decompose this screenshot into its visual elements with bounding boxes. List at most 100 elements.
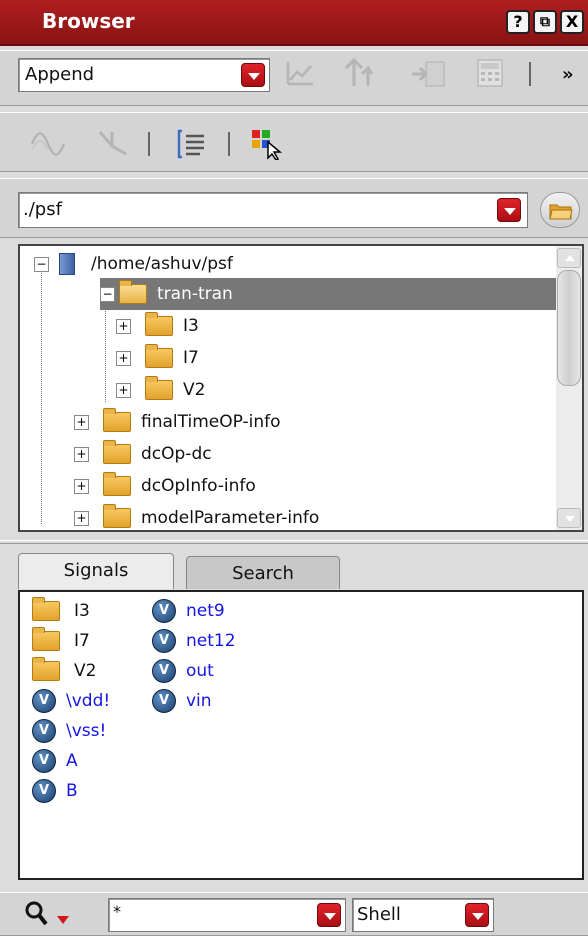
tab-search[interactable]: Search <box>186 556 340 589</box>
window-title: Browser <box>42 9 135 33</box>
scroll-thumb[interactable] <box>557 270 581 386</box>
signal-label: \vdd! <box>66 691 111 711</box>
results-tree[interactable]: − /home/ashuv/psf − tran-tran + I3 + I7 … <box>18 244 584 532</box>
tree-root[interactable]: − /home/ashuv/psf <box>34 248 574 280</box>
list-item[interactable]: V2 <box>32 656 110 686</box>
filter-input[interactable]: * <box>108 898 346 932</box>
list-item[interactable]: V \vss! <box>32 716 110 746</box>
signal-label: \vss! <box>66 721 107 741</box>
list-item[interactable]: Vout <box>152 656 236 686</box>
axis-icon[interactable] <box>96 128 130 163</box>
list-item[interactable]: I7 <box>32 626 110 656</box>
tree-item-i7[interactable]: + I7 <box>116 342 199 374</box>
toolbar-2 <box>0 112 588 172</box>
tree-item-modelparameter-info[interactable]: + modelParameter-info <box>74 502 319 530</box>
tree-root-label: /home/ashuv/psf <box>91 254 233 274</box>
separator <box>529 62 531 86</box>
help-button[interactable]: ? <box>506 10 530 34</box>
signal-label: B <box>66 781 78 801</box>
signal-label: vin <box>186 691 212 711</box>
mode-combo[interactable]: Append <box>18 58 270 92</box>
signals-list[interactable]: I3 I7 V2 V \vdd! V \vss! VA VB Vnet9 Vnet1… <box>18 590 584 880</box>
voltage-signal-icon: V <box>152 659 176 683</box>
panel-splitter[interactable] <box>0 540 588 544</box>
more-button[interactable]: » <box>562 64 574 85</box>
import-icon[interactable] <box>410 60 446 93</box>
mode-dropdown-button[interactable] <box>241 63 265 87</box>
folder-icon <box>103 440 131 464</box>
folder-open-icon <box>119 280 147 304</box>
signal-label: I7 <box>74 631 90 651</box>
mode-value: Append <box>25 64 95 85</box>
list-item[interactable]: VB <box>32 776 110 806</box>
tree-connector <box>41 268 42 524</box>
folder-icon <box>32 627 60 651</box>
scroll-up-button[interactable] <box>557 248 581 268</box>
close-button[interactable]: X <box>560 10 584 34</box>
collapse-icon[interactable]: − <box>34 256 49 272</box>
tab-signals[interactable]: Signals <box>18 553 174 589</box>
signals-column-2: Vnet9 Vnet12 Vout Vvin <box>152 596 236 716</box>
expand-icon[interactable]: + <box>74 510 89 526</box>
signal-label: A <box>66 751 78 771</box>
tree-item-i3[interactable]: + I3 <box>116 310 199 342</box>
folder-icon <box>103 504 131 528</box>
search-icon[interactable] <box>24 900 50 933</box>
tree-item-label: dcOp-dc <box>141 444 212 464</box>
tree-scrollbar[interactable] <box>556 246 582 530</box>
filter-dropdown-button[interactable] <box>317 903 341 927</box>
list-item[interactable]: Vnet9 <box>152 596 236 626</box>
tree-item-label: dcOpInfo-info <box>141 476 256 496</box>
search-menu-chevron-icon[interactable] <box>56 910 70 930</box>
tree-item-v2[interactable]: + V2 <box>116 374 205 406</box>
voltage-signal-icon: V <box>152 689 176 713</box>
list-item[interactable]: I3 <box>32 596 110 626</box>
list-item[interactable]: Vvin <box>152 686 236 716</box>
list-item[interactable]: VA <box>32 746 110 776</box>
folder-icon <box>32 597 60 621</box>
expand-icon[interactable]: + <box>74 414 89 430</box>
open-folder-button[interactable] <box>540 192 580 228</box>
tree-item-finaltimeop-info[interactable]: + finalTimeOP-info <box>74 406 281 438</box>
tree-item-dcop-dc[interactable]: + dcOp-dc <box>74 438 212 470</box>
chevron-up-icon <box>565 255 575 261</box>
tree-structure-icon[interactable] <box>342 56 374 95</box>
filter-value: * <box>113 902 121 921</box>
tree-item-tran-tran[interactable]: − tran-tran <box>100 278 558 310</box>
list-item[interactable]: Vnet12 <box>152 626 236 656</box>
voltage-signal-icon: V <box>32 779 56 803</box>
expand-icon[interactable]: + <box>74 446 89 462</box>
select-signals-icon[interactable] <box>250 128 284 165</box>
voltage-signal-icon: V <box>152 599 176 623</box>
signals-column-1: I3 I7 V2 V \vdd! V \vss! VA VB <box>32 596 110 806</box>
path-combo[interactable]: ./psf <box>18 192 528 228</box>
syntax-dropdown-button[interactable] <box>465 903 489 927</box>
float-button[interactable]: ⧉ <box>533 10 557 34</box>
tree-item-dcopinfo-info[interactable]: + dcOpInfo-info <box>74 470 256 502</box>
collapse-icon[interactable]: − <box>100 286 115 302</box>
signal-label: V2 <box>74 661 97 681</box>
scroll-down-button[interactable] <box>557 508 581 528</box>
expand-icon[interactable]: + <box>116 318 131 334</box>
tree-item-label: I7 <box>183 348 199 368</box>
expand-icon[interactable]: + <box>74 478 89 494</box>
waveform-icon[interactable] <box>30 128 66 163</box>
expand-icon[interactable]: + <box>116 350 131 366</box>
calculator-icon[interactable] <box>476 58 504 93</box>
voltage-signal-icon: V <box>32 749 56 773</box>
list-icon[interactable] <box>176 128 208 165</box>
tree-item-label: finalTimeOP-info <box>141 412 281 432</box>
voltage-signal-icon: V <box>32 719 56 743</box>
syntax-combo[interactable]: Shell <box>352 898 494 932</box>
graph-icon[interactable] <box>285 58 315 95</box>
path-dropdown-button[interactable] <box>497 198 521 222</box>
signal-label: net9 <box>186 601 225 621</box>
list-item[interactable]: V \vdd! <box>32 686 110 716</box>
path-value: ./psf <box>23 199 62 220</box>
expand-icon[interactable]: + <box>116 382 131 398</box>
tree-item-label: I3 <box>183 316 199 336</box>
signal-label: out <box>186 661 214 681</box>
folder-icon <box>103 472 131 496</box>
folder-open-icon <box>549 202 573 225</box>
tree-item-label: V2 <box>183 380 206 400</box>
